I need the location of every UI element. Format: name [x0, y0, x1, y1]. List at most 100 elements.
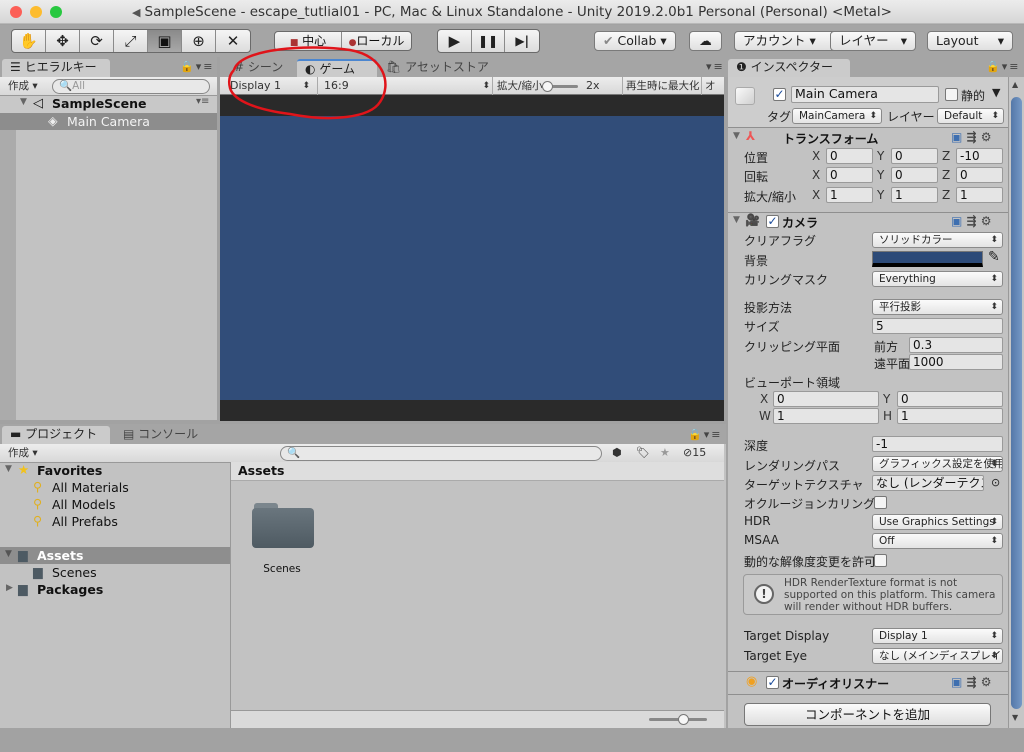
rotate-tool-button[interactable]: ⟳: [80, 30, 114, 52]
tab-project[interactable]: ▬ プロジェクト: [2, 426, 110, 444]
maximize-on-play-toggle[interactable]: 再生時に最大化: [626, 77, 700, 95]
hidden-packages-toggle[interactable]: ⊘15: [683, 444, 706, 462]
filter-by-type-button[interactable]: ⬢: [612, 444, 622, 462]
expand-arrow-icon[interactable]: ▼: [5, 464, 12, 474]
filter-by-label-button[interactable]: 🏷: [636, 444, 650, 462]
tag-dropdown[interactable]: MainCamera: [792, 108, 882, 124]
assets-folder-row[interactable]: ▼ ▆ Assets: [0, 547, 230, 564]
expand-arrow-icon[interactable]: ▼: [733, 131, 740, 141]
play-button[interactable]: ▶: [438, 30, 472, 52]
expand-arrow-icon[interactable]: ▼: [733, 215, 740, 225]
minimize-window-button[interactable]: [30, 6, 42, 18]
component-icons[interactable]: ▣ ⇶ ⚙: [951, 130, 992, 144]
viewport-y-input[interactable]: 0: [897, 391, 1003, 407]
rendering-path-dropdown[interactable]: グラフィックス設定を使用: [872, 456, 1003, 472]
asset-folder-tile[interactable]: [252, 501, 316, 549]
transform-z-input[interactable]: 1: [956, 187, 1003, 203]
object-picker-icon[interactable]: ⊙: [991, 476, 1000, 489]
transform-z-input[interactable]: -10: [956, 148, 1003, 164]
collab-button[interactable]: ✔ Collab ▾: [594, 31, 676, 51]
camera-enabled-checkbox[interactable]: ✓: [766, 215, 779, 228]
hdr-dropdown[interactable]: Use Graphics Settings: [872, 514, 1003, 530]
transform-header[interactable]: ▼ ⅄ トランスフォーム ▣ ⇶ ⚙: [729, 129, 1007, 148]
breadcrumb-assets[interactable]: Assets: [238, 463, 284, 478]
depth-input[interactable]: -1: [872, 436, 1003, 452]
hierarchy-item[interactable]: ◈ Main Camera: [0, 113, 217, 130]
game-viewport[interactable]: [220, 95, 724, 421]
transform-x-input[interactable]: 0: [826, 167, 873, 183]
game-render-area[interactable]: [220, 116, 724, 400]
viewport-h-input[interactable]: 1: [897, 408, 1003, 424]
size-input[interactable]: 5: [872, 318, 1003, 334]
viewport-w-input[interactable]: 1: [773, 408, 879, 424]
scene-menu-icon[interactable]: ▾≡: [196, 96, 209, 107]
favorites-item[interactable]: ⚲ All Prefabs: [0, 513, 230, 531]
expand-arrow-icon[interactable]: ▼: [5, 549, 12, 559]
project-create-button[interactable]: 作成 ▾: [8, 444, 38, 462]
scroll-down-arrow-icon[interactable]: ▼: [1012, 713, 1018, 722]
icon-size-slider-thumb[interactable]: [678, 714, 689, 725]
hierarchy-search-input[interactable]: 🔍All: [52, 79, 210, 94]
eyedropper-icon[interactable]: ✎: [988, 249, 1000, 265]
project-lock-menu[interactable]: 🔒▾≡: [688, 428, 722, 441]
msaa-dropdown[interactable]: Off: [872, 533, 1003, 549]
transform-y-input[interactable]: 0: [891, 148, 938, 164]
favorites-row[interactable]: ▼ ★ Favorites: [0, 462, 230, 480]
active-checkbox[interactable]: ✓: [773, 88, 786, 101]
culling-mask-dropdown[interactable]: Everything: [872, 271, 1003, 287]
transform-y-input[interactable]: 1: [891, 187, 938, 203]
tab-console[interactable]: ▤ コンソール: [115, 426, 206, 444]
background-color-swatch[interactable]: [872, 251, 983, 267]
favorite-button[interactable]: ★: [660, 444, 670, 462]
far-clip-input[interactable]: 1000: [909, 354, 1003, 370]
static-dropdown-arrow-icon[interactable]: ▼: [992, 86, 1000, 99]
transform-tool-button[interactable]: ⊕: [182, 30, 216, 52]
occlusion-culling-checkbox[interactable]: [874, 496, 887, 509]
layers-dropdown[interactable]: レイヤー ▾: [830, 31, 916, 51]
pause-button[interactable]: ❚❚: [472, 30, 506, 52]
scrollbar-thumb[interactable]: [1011, 97, 1022, 709]
collapse-arrow-icon[interactable]: ▶: [6, 583, 13, 593]
audio-listener-header[interactable]: ◉ ✓ オーディオリスナー ▣ ⇶ ⚙: [729, 674, 1007, 693]
target-display-dropdown[interactable]: Display 1: [872, 628, 1003, 644]
transform-y-input[interactable]: 0: [891, 167, 938, 183]
object-name-input[interactable]: Main Camera: [791, 86, 939, 103]
inspector-scrollbar[interactable]: ▲ ▼: [1008, 77, 1024, 728]
layout-dropdown[interactable]: Layout ▾: [927, 31, 1013, 51]
scale-tool-button[interactable]: ⤢: [114, 30, 148, 52]
viewport-x-input[interactable]: 0: [773, 391, 879, 407]
near-clip-input[interactable]: 0.3: [909, 337, 1003, 353]
project-search-input[interactable]: 🔍: [280, 446, 602, 461]
rect-tool-button[interactable]: ▣: [148, 30, 182, 52]
add-component-button[interactable]: コンポーネントを追加: [744, 703, 991, 726]
transform-x-input[interactable]: 1: [826, 187, 873, 203]
camera-header[interactable]: ▼ 🎥 ✓ カメラ ▣ ⇶ ⚙: [729, 213, 1007, 232]
game-panel-menu[interactable]: ▾≡: [706, 60, 725, 73]
step-button[interactable]: ▶|: [505, 30, 539, 52]
inspector-lock-menu[interactable]: 🔒▾≡: [986, 60, 1020, 73]
audio-listener-enabled-checkbox[interactable]: ✓: [766, 676, 779, 689]
packages-folder-row[interactable]: ▶ ▆ Packages: [0, 581, 230, 599]
move-tool-button[interactable]: ✥: [46, 30, 80, 52]
scale-slider-thumb[interactable]: [542, 81, 553, 92]
transform-x-input[interactable]: 0: [826, 148, 873, 164]
target-eye-dropdown[interactable]: なし (メインディスプレイ): [872, 648, 1003, 664]
layer-dropdown[interactable]: Default: [937, 108, 1004, 124]
expand-arrow-icon[interactable]: ▼: [20, 97, 27, 107]
projection-dropdown[interactable]: 平行投影: [872, 299, 1003, 315]
hierarchy-create-button[interactable]: 作成 ▾: [8, 77, 38, 95]
component-icons[interactable]: ▣ ⇶ ⚙: [951, 675, 992, 689]
dynamic-resolution-checkbox[interactable]: [874, 554, 887, 567]
favorites-item[interactable]: ⚲ All Materials: [0, 479, 230, 497]
scenes-folder-row[interactable]: ▆ Scenes: [0, 564, 230, 582]
tab-hierarchy[interactable]: ☰ ヒエラルキー: [2, 59, 110, 77]
cloud-button[interactable]: ☁: [689, 31, 722, 51]
icon-size-slider[interactable]: [649, 714, 707, 725]
scroll-up-arrow-icon[interactable]: ▲: [1012, 80, 1018, 89]
transform-z-input[interactable]: 0: [956, 167, 1003, 183]
favorites-item[interactable]: ⚲ All Models: [0, 496, 230, 514]
hand-tool-button[interactable]: ✋: [12, 30, 46, 52]
close-window-button[interactable]: [10, 6, 22, 18]
scale-slider-track[interactable]: [542, 81, 578, 92]
splitter[interactable]: [230, 462, 231, 728]
